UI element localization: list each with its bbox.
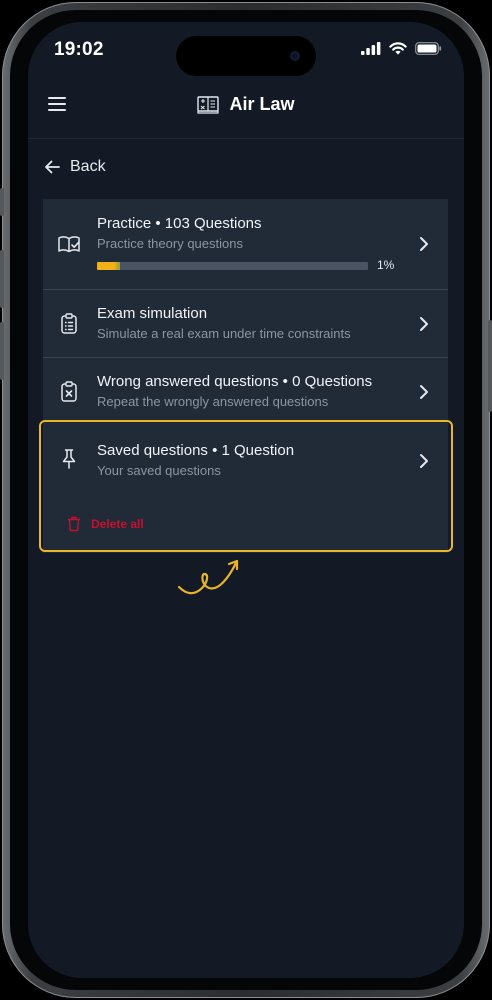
chevron-right-icon [420, 237, 428, 251]
side-button [0, 322, 4, 380]
back-label: Back [70, 158, 106, 175]
practice-progress-bar [97, 262, 368, 270]
wrong-answered-subtitle: Repeat the wrongly answered questions [97, 394, 329, 409]
practice-progress-percent: 1% [377, 258, 395, 272]
exam-simulation-title: Exam simulation [97, 305, 208, 322]
clipboard-list-icon [57, 312, 81, 336]
wrong-answered-title: Wrong answered questions • 0 Questions [97, 373, 373, 390]
side-button [0, 250, 4, 308]
pin-icon [57, 447, 81, 471]
camera-icon [290, 51, 300, 61]
practice-card[interactable]: Practice • 103 Questions Practice theory… [43, 199, 448, 289]
mode-list: Practice • 103 Questions Practice theory… [43, 199, 448, 553]
wrong-answered-card[interactable]: Wrong answered questions • 0 Questions R… [43, 357, 448, 425]
status-time: 19:02 [54, 39, 104, 60]
page-title: Air Law [229, 94, 295, 114]
clipboard-x-icon [57, 380, 81, 404]
doodle-arrow-icon [177, 559, 239, 595]
delete-all-label: Delete all [91, 517, 144, 531]
arrow-left-icon [45, 160, 60, 174]
status-icons [361, 42, 442, 55]
chevron-right-icon [420, 454, 428, 468]
app-screen: 19:02 Air Law Back Practice • 103 Questi… [28, 22, 464, 978]
exam-simulation-card[interactable]: Exam simulation Simulate a real exam und… [43, 289, 448, 357]
signal-icon [361, 42, 381, 55]
book-check-icon [57, 233, 81, 257]
saved-questions-subtitle: Your saved questions [97, 463, 221, 478]
battery-icon [415, 42, 442, 55]
practice-subtitle: Practice theory questions [97, 236, 243, 251]
book-logo-icon [197, 95, 220, 114]
chevron-right-icon [420, 385, 428, 399]
chevron-right-icon [420, 317, 428, 331]
saved-questions-title: Saved questions • 1 Question [97, 442, 295, 459]
header-title-group: Air Law [197, 94, 295, 115]
saved-questions-card[interactable]: Saved questions • 1 Question Your saved … [43, 425, 448, 553]
delete-all-button[interactable]: Delete all [67, 516, 144, 532]
practice-progress-fill [97, 262, 121, 270]
practice-title: Practice • 103 Questions [97, 215, 262, 232]
app-header: Air Law [28, 86, 464, 139]
side-button [0, 188, 4, 216]
exam-simulation-subtitle: Simulate a real exam under time constrai… [97, 326, 351, 341]
dynamic-island [176, 36, 316, 76]
wifi-icon [389, 42, 407, 55]
back-button[interactable]: Back [44, 158, 106, 176]
trash-icon [68, 516, 80, 532]
side-button [488, 320, 492, 412]
